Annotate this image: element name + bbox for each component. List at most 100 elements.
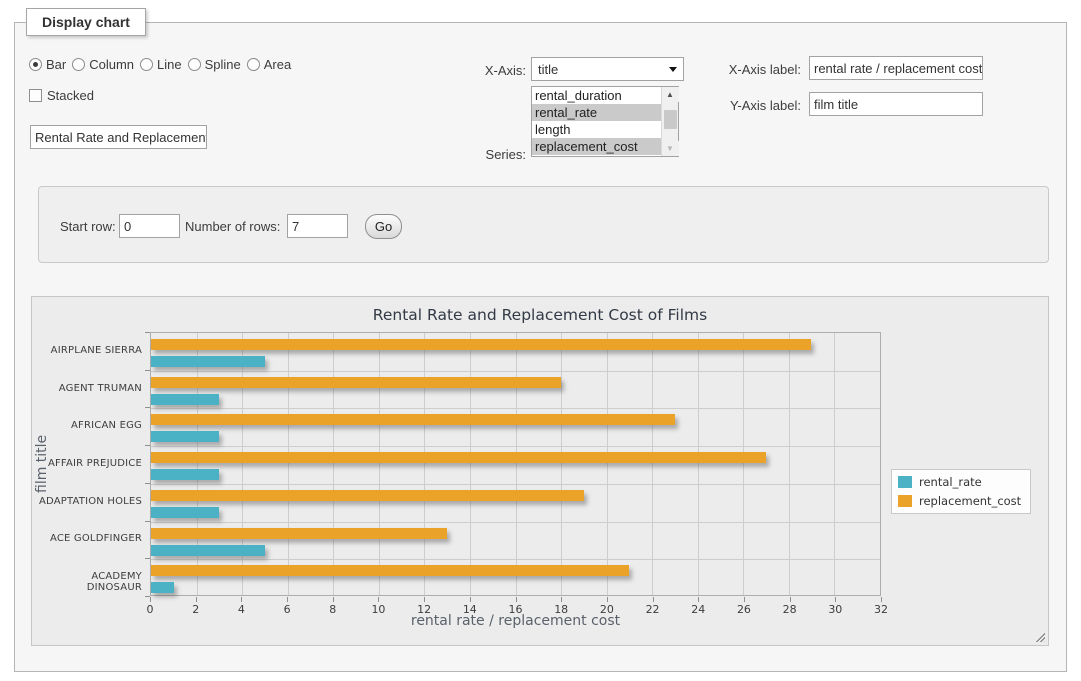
chart-title-input[interactable]: Rental Rate and Replacement Cost of Film… [30, 125, 207, 149]
stacked-label: Stacked [47, 88, 94, 103]
x-axis-select[interactable]: title [531, 57, 684, 81]
gridline-horizontal [151, 408, 880, 409]
stacked-checkbox[interactable] [29, 89, 42, 102]
series-option-replacement_cost[interactable]: replacement_cost [532, 138, 661, 155]
x-tick-mark [744, 597, 745, 602]
gridline-vertical [607, 333, 608, 595]
series-option-rental_rate[interactable]: rental_rate [532, 104, 661, 121]
x-axis-label-input[interactable]: rental rate / replacement cost [809, 56, 983, 80]
x-tick-label: 12 [409, 603, 439, 616]
x-tick-label: 20 [592, 603, 622, 616]
chart-legend: rental_rate replacement_cost [891, 469, 1031, 514]
x-tick-mark [470, 597, 471, 602]
legend-swatch-rental_rate [898, 476, 912, 488]
x-tick-label: 4 [226, 603, 256, 616]
x-tick-mark [881, 597, 882, 602]
num-rows-input[interactable]: 7 [287, 214, 348, 238]
x-tick-mark [698, 597, 699, 602]
series-option-rental_duration[interactable]: rental_duration [532, 87, 661, 104]
y-category-label: ACADEMY DINOSAUR [34, 571, 142, 593]
x-tick-mark [150, 597, 151, 602]
x-tick-label: 32 [866, 603, 896, 616]
x-tick-label: 24 [683, 603, 713, 616]
start-row-input[interactable]: 0 [119, 214, 180, 238]
x-tick-mark [653, 597, 654, 602]
x-tick-label: 0 [135, 603, 165, 616]
y-tick-mark [145, 558, 150, 559]
y-tick-mark [145, 521, 150, 522]
gridline-vertical [424, 333, 425, 595]
gridline-vertical [470, 333, 471, 595]
x-tick-mark [561, 597, 562, 602]
radio-label: Bar [46, 57, 66, 72]
y-category-label: AIRPLANE SIERRA [34, 345, 142, 356]
resize-handle-icon[interactable] [1034, 631, 1045, 642]
bar-rental_rate [151, 507, 219, 518]
x-tick-mark [790, 597, 791, 602]
series-listbox[interactable]: rental_durationrental_ratelengthreplacem… [531, 86, 679, 157]
legend-label: rental_rate [919, 475, 982, 489]
x-tick-mark [287, 597, 288, 602]
x-tick-mark [516, 597, 517, 602]
y-tick-mark [145, 407, 150, 408]
x-tick-label: 22 [638, 603, 668, 616]
x-tick-mark [196, 597, 197, 602]
gridline-horizontal [151, 446, 880, 447]
gridline-vertical [242, 333, 243, 595]
start-row-label: Start row: [60, 219, 116, 234]
x-tick-label: 6 [272, 603, 302, 616]
bar-replacement_cost [151, 377, 561, 388]
x-tick-mark [241, 597, 242, 602]
x-tick-label: 18 [546, 603, 576, 616]
bar-replacement_cost [151, 565, 629, 576]
y-category-label: ADAPTATION HOLES [34, 496, 142, 507]
series-options: rental_durationrental_ratelengthreplacem… [532, 87, 661, 156]
radio-column[interactable]: Column [72, 57, 134, 72]
chart-container: Rental Rate and Replacement Cost of Film… [31, 296, 1049, 646]
radio-area[interactable]: Area [247, 57, 291, 72]
plot-area [150, 332, 881, 596]
gridline-vertical [561, 333, 562, 595]
legend-label: replacement_cost [919, 494, 1021, 508]
bar-rental_rate [151, 356, 265, 367]
bar-rental_rate [151, 545, 265, 556]
scroll-down-icon[interactable]: ▼ [662, 141, 679, 156]
gridline-vertical [333, 333, 334, 595]
bar-rental_rate [151, 431, 219, 442]
radio-circle-icon [140, 58, 153, 71]
x-tick-mark [378, 597, 379, 602]
x-tick-label: 16 [501, 603, 531, 616]
go-button[interactable]: Go [365, 214, 402, 239]
x-tick-label: 2 [181, 603, 211, 616]
gridline-vertical [379, 333, 380, 595]
radio-label: Spline [205, 57, 241, 72]
num-rows-label: Number of rows: [185, 219, 280, 234]
bar-replacement_cost [151, 414, 675, 425]
gridline-vertical [789, 333, 790, 595]
gridline-vertical [834, 333, 835, 595]
radio-bar[interactable]: Bar [29, 57, 66, 72]
gridline-horizontal [151, 522, 880, 523]
y-category-label: AFRICAN EGG [34, 420, 142, 431]
y-tick-mark [145, 445, 150, 446]
series-option-length[interactable]: length [532, 121, 661, 138]
x-axis-selected-value: title [538, 62, 669, 77]
x-tick-mark [333, 597, 334, 602]
y-axis-label-input[interactable]: film title [809, 92, 983, 116]
radio-circle-icon [188, 58, 201, 71]
y-category-label: ACE GOLDFINGER [34, 533, 142, 544]
radio-spline[interactable]: Spline [188, 57, 241, 72]
x-tick-mark [607, 597, 608, 602]
row-range-panel: Start row: 0 Number of rows: 7 Go [38, 186, 1049, 263]
radio-line[interactable]: Line [140, 57, 182, 72]
x-tick-label: 8 [318, 603, 348, 616]
x-axis-label-field-label: X-Axis label: [675, 62, 801, 77]
x-tick-mark [424, 597, 425, 602]
legend-swatch-replacement_cost [898, 495, 912, 507]
legend-row: rental_rate [898, 475, 1021, 489]
bar-rental_rate [151, 394, 219, 405]
gridline-horizontal [151, 371, 880, 372]
x-tick-label: 28 [775, 603, 805, 616]
radio-label: Line [157, 57, 182, 72]
fieldset-legend: Display chart [26, 8, 146, 36]
